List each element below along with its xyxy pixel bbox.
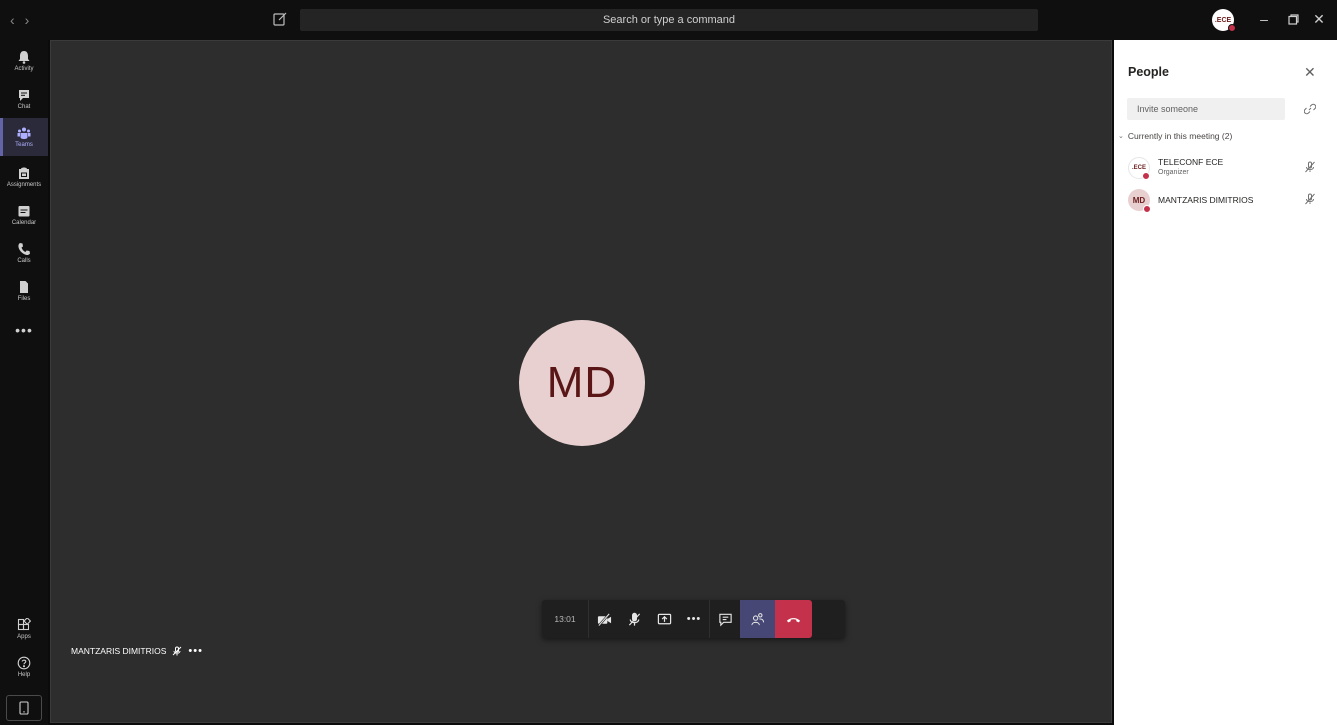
rail-item-activity[interactable]: Activity <box>0 42 48 80</box>
help-icon <box>17 656 31 670</box>
minimize-icon[interactable]: – <box>1255 10 1273 28</box>
title-bar: ‹ › Search or type a command .ECE – ✕ <box>0 0 1337 40</box>
account-initials: .ECE <box>1214 16 1232 24</box>
more-actions-button[interactable]: ••• <box>679 600 709 638</box>
participant-row[interactable]: MD MANTZARIS DIMITRIOS <box>1128 187 1328 215</box>
mic-off-icon <box>628 612 640 626</box>
participant-avatar: MD <box>519 320 645 446</box>
participant-row[interactable]: .ECE TELECONF ECE Organizer <box>1128 155 1328 183</box>
meeting-stage: MD MANTZARIS DIMITRIOS ••• 13:01 ••• <box>50 40 1112 723</box>
participant-role: Organizer <box>1158 169 1189 176</box>
device-button[interactable] <box>6 695 42 721</box>
participant-name: MANTZARIS DIMITRIOS <box>1158 195 1254 205</box>
mic-off-icon <box>1305 161 1315 173</box>
share-screen-button[interactable] <box>649 600 679 638</box>
rail-item-teams[interactable]: Teams <box>0 118 48 156</box>
rail-label-calendar: Calendar <box>11 220 37 226</box>
call-timer: 13:01 <box>554 614 576 624</box>
calendar-icon <box>18 206 30 217</box>
phone-icon <box>18 243 30 256</box>
avatar-initials: MD <box>1132 195 1146 205</box>
show-participants-button[interactable] <box>740 600 775 638</box>
participants-icon <box>751 612 765 625</box>
search-input[interactable]: Search or type a command <box>300 9 1038 31</box>
chat-icon <box>718 613 732 626</box>
nav-arrows: ‹ › <box>10 12 29 28</box>
presence-busy-icon <box>1142 172 1150 180</box>
avatar-initials: .ECE <box>1131 165 1146 171</box>
rail-item-assignments[interactable]: Assignments <box>0 158 48 196</box>
presence-busy-icon <box>1228 24 1236 32</box>
rail-label-calls: Calls <box>17 258 31 264</box>
panel-title: People <box>1128 65 1169 79</box>
back-arrow-icon[interactable]: ‹ <box>10 12 15 28</box>
rail-label-help: Help <box>17 672 31 678</box>
meeting-section-header[interactable]: ⌄ Currently in this meeting (2) <box>1118 131 1232 141</box>
mic-off-icon <box>173 646 182 656</box>
invite-input[interactable] <box>1127 98 1285 120</box>
copy-link-icon[interactable] <box>1304 103 1316 115</box>
mic-off-icon <box>1305 193 1315 205</box>
hang-up-icon <box>786 617 801 622</box>
rail-item-files[interactable]: Files <box>0 272 48 310</box>
mobile-icon <box>19 701 29 715</box>
chat-icon <box>19 90 29 101</box>
account-avatar[interactable]: .ECE <box>1212 9 1236 32</box>
assignments-icon <box>19 167 29 179</box>
self-video-label: MANTZARIS DIMITRIOS ••• <box>71 645 203 657</box>
rail-item-calls[interactable]: Calls <box>0 234 48 272</box>
participant-avatar: .ECE <box>1128 157 1150 180</box>
call-controls: 13:01 ••• <box>542 600 845 638</box>
teams-icon <box>17 127 31 139</box>
rail-label-apps: Apps <box>17 634 31 640</box>
rail-item-chat[interactable]: Chat <box>0 80 48 118</box>
rail-item-apps[interactable]: Apps <box>0 610 48 648</box>
people-panel: People ✕ ⌄ Currently in this meeting (2)… <box>1114 40 1337 725</box>
restore-icon[interactable] <box>1284 10 1302 28</box>
camera-off-icon <box>597 612 611 626</box>
presence-busy-icon <box>1143 205 1151 213</box>
rail-item-help[interactable]: Help <box>0 648 48 686</box>
self-more-button[interactable]: ••• <box>188 645 203 657</box>
camera-toggle-button[interactable] <box>589 600 619 638</box>
rail-label-files: Files <box>17 296 31 302</box>
section-label: Currently in this meeting (2) <box>1127 131 1233 141</box>
show-chat-button[interactable] <box>710 600 740 638</box>
more-actions-label: ••• <box>686 613 702 625</box>
search-placeholder: Search or type a command <box>602 14 736 26</box>
rail-label-chat: Chat <box>17 104 31 110</box>
rail-label-teams: Teams <box>15 142 33 148</box>
file-icon <box>20 281 28 293</box>
participant-name: TELECONF ECE <box>1158 157 1224 167</box>
participant-avatar: MD <box>1128 189 1151 213</box>
app-rail: Activity Chat Teams Assignments Calendar… <box>0 40 48 725</box>
compose-icon[interactable] <box>272 11 288 27</box>
more-apps-button[interactable]: ••• <box>0 322 48 338</box>
rail-label-assignments: Assignments <box>6 182 42 188</box>
rail-item-calendar[interactable]: Calendar <box>0 196 48 234</box>
forward-arrow-icon[interactable]: › <box>25 12 30 28</box>
rail-label-activity: Activity <box>14 66 34 72</box>
apps-icon <box>17 618 31 631</box>
close-icon[interactable]: ✕ <box>1304 64 1316 81</box>
bell-icon <box>18 51 30 64</box>
self-name: MANTZARIS DIMITRIOS <box>71 646 167 656</box>
chevron-down-icon: ⌄ <box>1118 133 1124 140</box>
share-screen-icon <box>657 613 671 624</box>
hang-up-button[interactable] <box>775 600 812 638</box>
close-window-icon[interactable]: ✕ <box>1310 10 1328 28</box>
mic-toggle-button[interactable] <box>619 600 649 638</box>
